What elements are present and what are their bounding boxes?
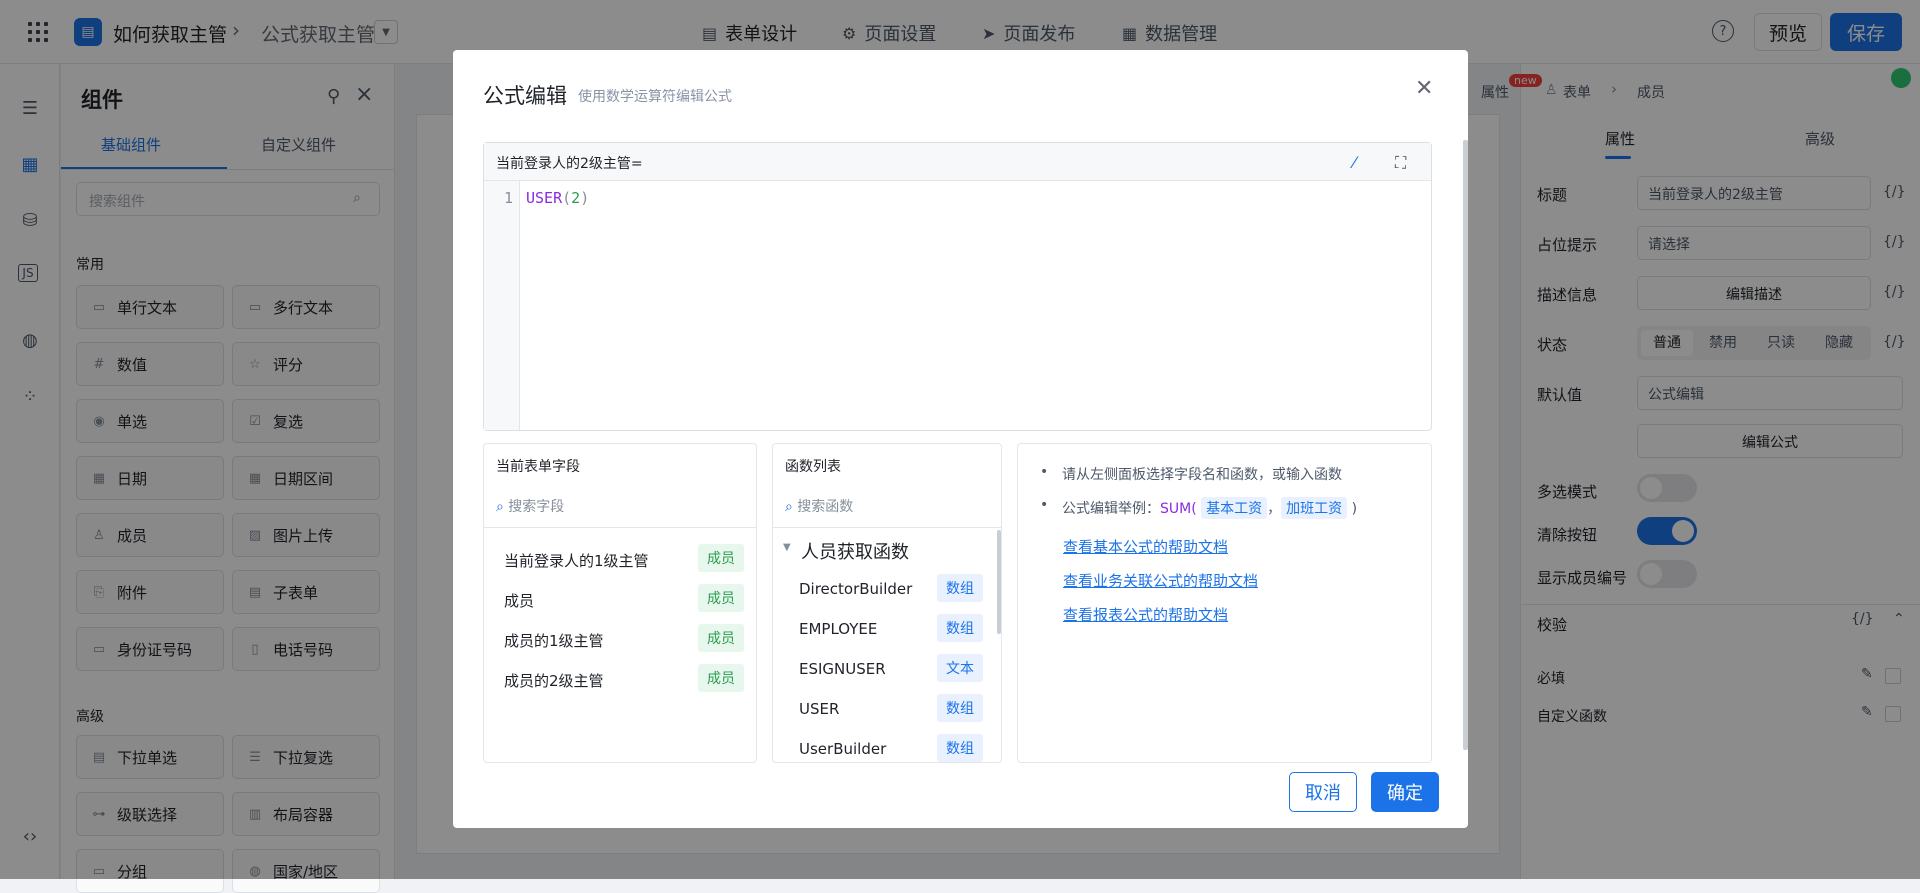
function-search-input[interactable]: ⌕ 搜索函数 xyxy=(785,496,853,516)
field-item[interactable]: 成员 xyxy=(504,590,534,611)
form-fields-pane: 当前表单字段 ⌕ 搜索字段 当前登录人的1级主管 成员 成员 成员 成员的1级主… xyxy=(483,443,757,763)
dialog-subtitle: 使用数学运算符编辑公式 xyxy=(578,89,732,105)
divider xyxy=(484,527,756,528)
function-item[interactable]: USER xyxy=(799,700,839,718)
cancel-button[interactable]: 取消 xyxy=(1289,772,1357,812)
function-type-tag: 数组 xyxy=(937,574,983,602)
field-item[interactable]: 成员的1级主管 xyxy=(504,630,604,651)
help-bullet: • xyxy=(1040,464,1049,480)
code-function: USER xyxy=(526,189,563,207)
line-number: 1 xyxy=(503,189,513,207)
confirm-button[interactable]: 确定 xyxy=(1371,772,1439,812)
line-gutter: 1 xyxy=(484,181,520,430)
help-example: 公式编辑举例：SUM( 基本工资，加班工资 ) xyxy=(1062,497,1357,519)
function-type-tag: 数组 xyxy=(937,734,983,762)
field-type-tag: 成员 xyxy=(698,624,744,652)
caret-down-icon[interactable]: ▼ xyxy=(783,542,791,553)
field-type-tag: 成员 xyxy=(698,584,744,612)
help-pane: • 请从左侧面板选择字段名和函数，或输入函数 • 公式编辑举例：SUM( 基本工… xyxy=(1017,443,1432,763)
code-paren: ) xyxy=(580,189,590,207)
fullscreen-icon[interactable]: ⛶ xyxy=(1395,153,1406,173)
divider xyxy=(773,527,1001,528)
editor-field-label: 当前登录人的2级主管= xyxy=(496,156,643,172)
function-item[interactable]: DirectorBuilder xyxy=(799,580,912,598)
pane-title: 当前表单字段 xyxy=(496,459,580,475)
function-group[interactable]: 人员获取函数 xyxy=(801,538,909,564)
function-item[interactable]: ESIGNUSER xyxy=(799,660,886,678)
magic-wand-icon[interactable]: ⁄ xyxy=(1353,153,1356,172)
formula-editor-dialog: 公式编辑 使用数学运算符编辑公式 ✕ 当前登录人的2级主管= ⁄ ⛶ 1 USE… xyxy=(453,50,1468,828)
field-search-input[interactable]: ⌕ 搜索字段 xyxy=(496,496,564,516)
function-type-tag: 数组 xyxy=(937,614,983,642)
editor-header: 当前登录人的2级主管= xyxy=(484,143,1431,181)
code-paren: ( xyxy=(562,189,572,207)
field-type-tag: 成员 xyxy=(698,544,744,572)
function-type-tag: 数组 xyxy=(937,694,983,722)
code-line[interactable]: USER(2) xyxy=(526,189,589,207)
formula-editor[interactable]: 当前登录人的2级主管= ⁄ ⛶ 1 USER(2) xyxy=(483,142,1432,431)
help-link-basic[interactable]: 查看基本公式的帮助文档 xyxy=(1063,536,1228,557)
pane-title: 函数列表 xyxy=(785,459,841,475)
search-icon: ⌕ xyxy=(496,499,504,515)
help-link-report[interactable]: 查看报表公式的帮助文档 xyxy=(1063,604,1228,625)
functions-pane: 函数列表 ⌕ 搜索函数 ▼ 人员获取函数 DirectorBuilder 数组 … xyxy=(772,443,1002,763)
help-text: 请从左侧面板选择字段名和函数，或输入函数 xyxy=(1062,467,1342,483)
function-item[interactable]: EMPLOYEE xyxy=(799,620,877,638)
field-item[interactable]: 当前登录人的1级主管 xyxy=(504,550,649,571)
help-bullet: • xyxy=(1040,497,1049,513)
scrollbar[interactable] xyxy=(997,530,1001,634)
close-icon[interactable]: ✕ xyxy=(1415,76,1433,101)
function-type-tag: 文本 xyxy=(937,654,983,682)
search-icon: ⌕ xyxy=(785,499,793,515)
field-type-tag: 成员 xyxy=(698,664,744,692)
function-item[interactable]: UserBuilder xyxy=(799,740,886,758)
field-item[interactable]: 成员的2级主管 xyxy=(504,670,604,691)
dialog-title: 公式编辑 xyxy=(483,84,567,108)
code-argument: 2 xyxy=(571,189,581,207)
help-link-business[interactable]: 查看业务关联公式的帮助文档 xyxy=(1063,570,1258,591)
dialog-scrollbar[interactable] xyxy=(1463,140,1468,750)
